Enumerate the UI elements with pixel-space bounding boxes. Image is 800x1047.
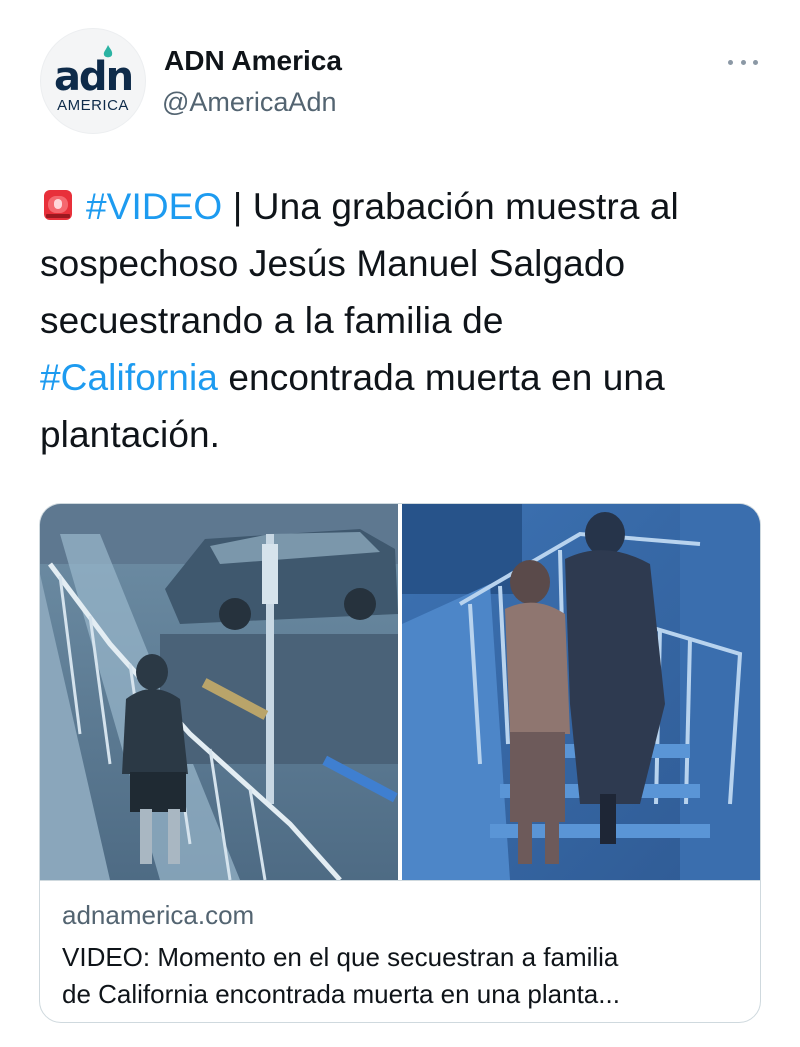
link-preview-domain: adnamerica.com (62, 900, 255, 930)
tweet-text-line: secuestrando a la familia de (40, 300, 504, 341)
more-dot (740, 59, 746, 65)
hashtag-video-link[interactable]: #VIDEO (86, 186, 222, 227)
avatar-logo-subtext: AMERICA (57, 97, 129, 114)
tweet-text-segment: encontrada muerta en una (217, 357, 665, 398)
surveillance-stills-image (40, 504, 760, 880)
avatar[interactable]: adn AMERICA (40, 28, 146, 134)
more-dot (728, 59, 733, 65)
tweet-text-line: #California encontrada muerta en una (40, 349, 770, 406)
link-preview-title-line: de California encontrada muerta en una p… (62, 979, 620, 1009)
link-preview-title-line: VIDEO: Momento en el que secuestran a fa… (62, 942, 619, 972)
link-preview-title: VIDEO: Momento en el que secuestran a fa… (62, 939, 742, 1013)
tweet-text-line: plantación. (40, 414, 221, 455)
tweet-text-segment: | Una grabación muestra al (222, 186, 679, 227)
link-preview-card[interactable]: adnamerica.com VIDEO: Momento en el que … (39, 503, 761, 1023)
more-dot (753, 59, 758, 65)
tweet-text-line: #VIDEO | Una grabación muestra al (40, 178, 770, 235)
hashtag-california-link[interactable]: #California (40, 357, 218, 398)
author-display-name[interactable]: ADN America (164, 44, 342, 78)
author-handle[interactable]: @AmericaAdn (162, 86, 336, 118)
avatar-logo-text: adn (53, 54, 134, 100)
tweet-header: adn AMERICA ADN America @AmericaAdn (0, 0, 800, 150)
tweet-text: #VIDEO | Una grabación muestra al sospec… (40, 178, 770, 463)
more-options-icon[interactable] (728, 54, 758, 70)
police-siren-icon (44, 190, 72, 220)
link-preview-meta: adnamerica.com VIDEO: Momento en el que … (40, 880, 760, 1009)
link-preview-image[interactable] (40, 504, 760, 880)
tweet-text-line: sospechoso Jesús Manuel Salgado (40, 243, 626, 284)
